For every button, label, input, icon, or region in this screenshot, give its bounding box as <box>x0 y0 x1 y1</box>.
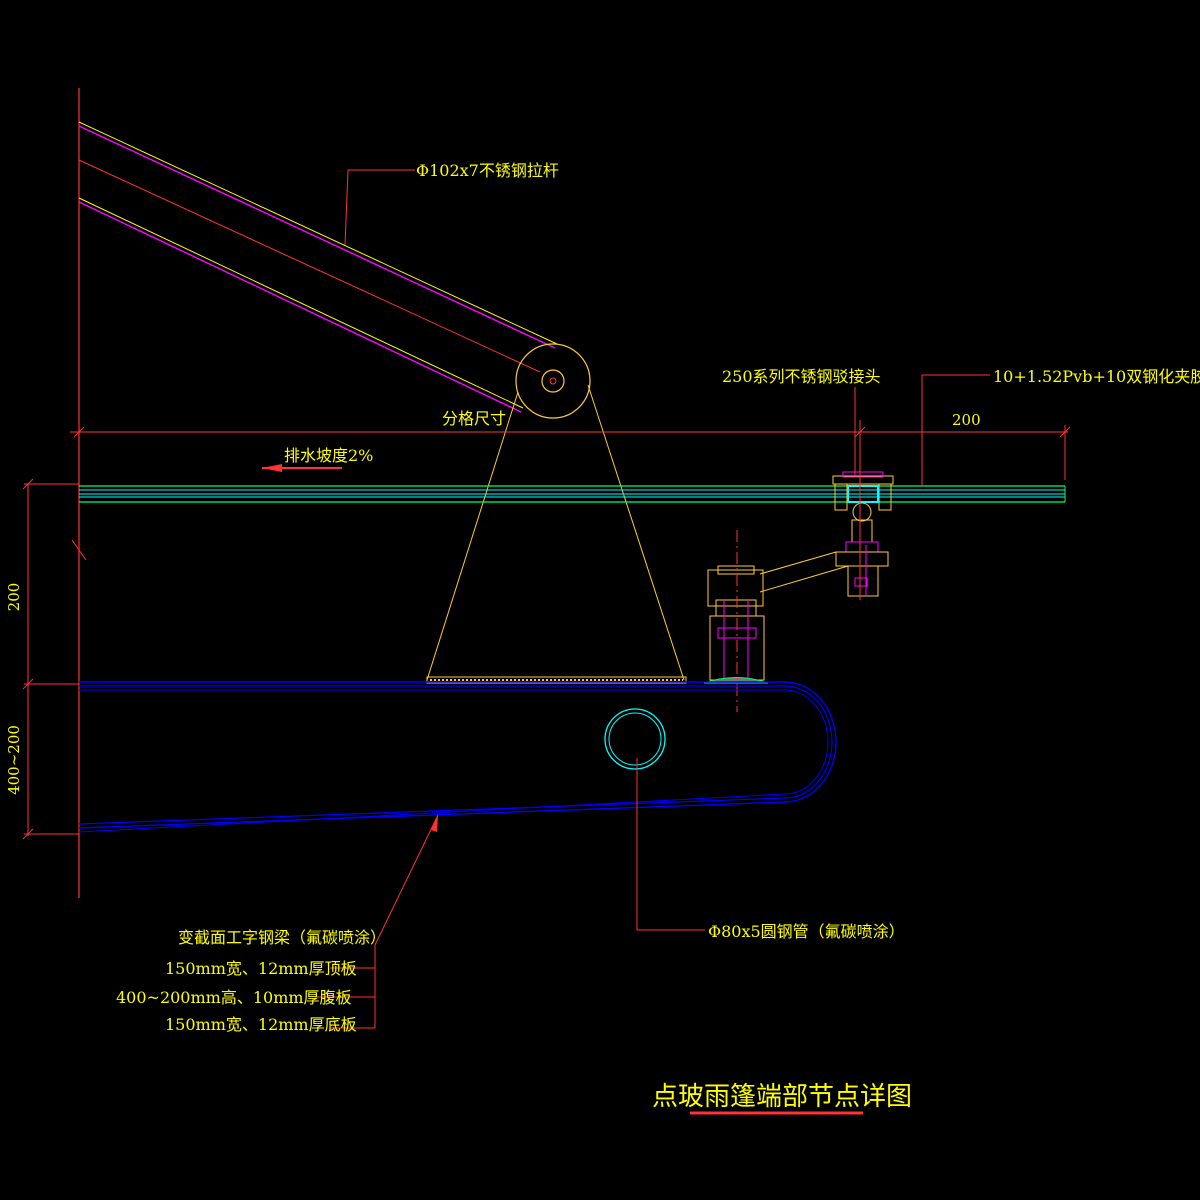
glass-label: 10+1.52Pvb+10双钢化夹胶玻璃 <box>993 367 1200 386</box>
beam-label: 变截面工字钢梁（氟碳喷涂） <box>178 928 386 947</box>
beam-top-label: 150mm宽、12mm厚顶板 <box>165 959 357 978</box>
hinge-label: 250系列不锈钢驳接头 <box>722 367 881 386</box>
beam-bottom-label: 150mm宽、12mm厚底板 <box>165 1015 357 1034</box>
drawing-title: 点玻雨篷端部节点详图 <box>652 1082 912 1112</box>
glass-leader <box>921 374 990 486</box>
round-steel-pipe <box>604 708 666 770</box>
drain-slope-label: 排水坡度2% <box>284 446 373 465</box>
vertical-dimension-upper: 200 <box>5 583 23 612</box>
vertical-dimensions <box>22 478 79 840</box>
vertical-dimension-lower: 400~200 <box>5 725 23 795</box>
grid-dimension <box>70 420 1071 480</box>
point-fitting <box>832 465 894 600</box>
pipe-leader <box>636 758 705 931</box>
grid-size-label: 分格尺寸 <box>442 409 506 428</box>
pipe-label: Φ80x5圆钢管（氟碳喷涂） <box>708 922 905 941</box>
beam-web-label: 400~200mm高、10mm厚腹板 <box>116 988 352 1007</box>
rod-label: Φ102x7不锈钢拉杆 <box>416 161 559 180</box>
right-dimension-value: 200 <box>952 411 981 429</box>
glass-panel <box>79 485 1066 503</box>
spider-arm <box>703 530 849 712</box>
rod-pin-joint <box>515 343 591 419</box>
rod-leader <box>344 169 415 246</box>
drawing-canvas: 分格尺寸 200 排水坡度2% 200 400~200 Φ102x7不锈钢拉杆 … <box>5 88 1200 1115</box>
steel-beam <box>78 681 837 833</box>
ear-plate <box>426 384 687 684</box>
drain-arrow-head <box>262 464 282 472</box>
